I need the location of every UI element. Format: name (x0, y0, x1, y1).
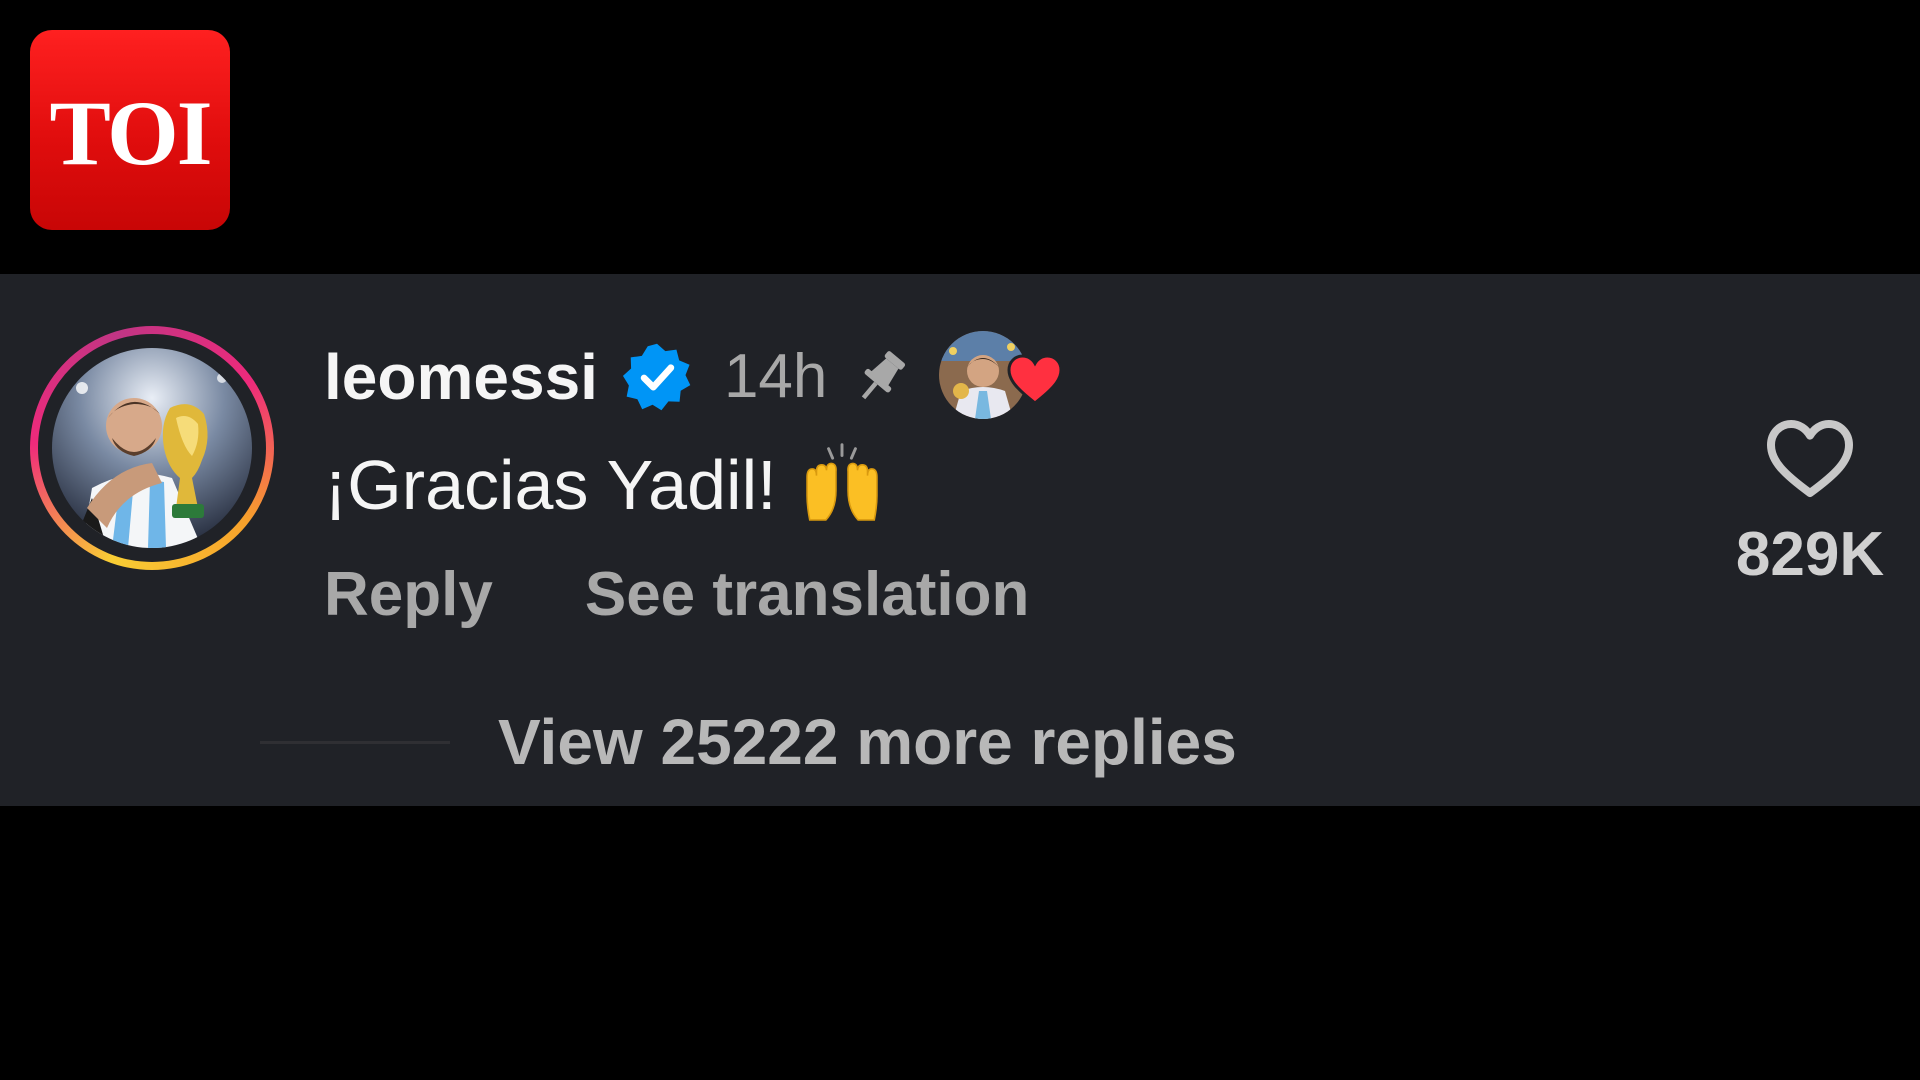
comment-header: leomessi 14h (324, 331, 1065, 423)
comment-timestamp: 14h (723, 342, 828, 411)
username[interactable]: leomessi (324, 345, 598, 409)
comment-text: ¡Gracias Yadil! (324, 446, 777, 524)
like-heart-icon[interactable] (1764, 416, 1856, 500)
replies-toggle-row: View 25222 more replies (260, 710, 1237, 774)
toi-logo-text: TOI (49, 82, 212, 184)
liked-by-author-indicator (939, 331, 1065, 423)
like-control: 829K (1720, 416, 1900, 586)
reply-button[interactable]: Reply (324, 564, 493, 626)
raising-hands-emoji-icon (805, 443, 878, 521)
verified-badge-icon (622, 343, 691, 411)
screenshot-frame: TOI leomessi 14h ¡Gracias Yadil! Reply S… (0, 0, 1920, 1080)
comment-body: ¡Gracias Yadil! (324, 442, 885, 528)
comment-panel: leomessi 14h ¡Gracias Yadil! Reply See t… (0, 274, 1920, 806)
pin-icon (862, 351, 906, 400)
like-count: 829K (1735, 520, 1885, 589)
author-heart-icon (1007, 354, 1063, 405)
comment-actions: Reply See translation (324, 564, 1029, 626)
see-translation-button[interactable]: See translation (585, 564, 1029, 626)
avatar-photo-illustration (52, 348, 252, 548)
toi-logo: TOI (30, 30, 230, 230)
story-ring-avatar[interactable] (30, 326, 274, 570)
replies-divider (260, 740, 450, 744)
avatar-gap (38, 334, 266, 562)
view-more-replies-button[interactable]: View 25222 more replies (498, 710, 1237, 774)
avatar (52, 348, 252, 548)
